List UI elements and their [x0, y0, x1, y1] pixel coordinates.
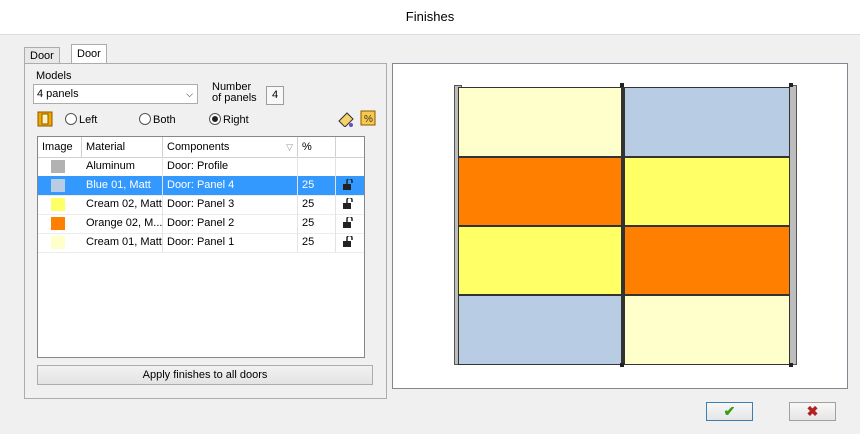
filter-icon[interactable]: ▽	[286, 137, 293, 157]
unlock-icon[interactable]	[343, 217, 354, 228]
unlock-icon[interactable]	[343, 179, 354, 190]
percent-cell[interactable]: 25	[298, 214, 336, 233]
left-door-panel-3[interactable]	[458, 226, 622, 295]
radio-both[interactable]: Both	[139, 113, 176, 127]
radio-left[interactable]: Left	[65, 113, 97, 127]
header-components-label: Components	[167, 141, 230, 153]
percent-adjust-icon[interactable]: %	[360, 110, 376, 126]
door-hinge-icon[interactable]	[37, 111, 53, 127]
models-dropdown-value: 4 panels	[37, 88, 79, 100]
number-of-panels-label: Number of panels	[212, 81, 257, 104]
right-door-panel-1[interactable]	[624, 87, 790, 157]
number-of-panels-field[interactable]: 4	[266, 86, 284, 105]
radio-right-label: Right	[223, 114, 249, 126]
percent-cell[interactable]	[298, 157, 336, 176]
material-swatch	[51, 236, 65, 249]
right-door-profile	[789, 85, 797, 365]
resize-handle[interactable]	[620, 83, 624, 87]
resize-handle[interactable]	[789, 363, 793, 367]
cancel-button[interactable]: ✖	[789, 402, 836, 421]
tab-door-2[interactable]: Door 2	[71, 44, 107, 78]
radio-left-label: Left	[79, 114, 98, 126]
material-cell: Aluminum	[82, 157, 163, 176]
header-percent[interactable]: %	[298, 137, 336, 157]
material-cell: Cream 01, Matt	[82, 233, 163, 252]
component-cell: Door: Panel 4	[163, 176, 298, 195]
material-cell: Cream 02, Matt	[82, 195, 163, 214]
tab-page: Models 4 panels ⌵ Number of panels 4 Lef…	[24, 63, 387, 399]
percent-cell[interactable]: 25	[298, 195, 336, 214]
door-divider	[622, 85, 624, 365]
svg-text:%: %	[364, 114, 373, 125]
x-mark-icon: ✖	[806, 403, 819, 419]
left-door-panel-4[interactable]	[458, 295, 622, 365]
material-cell: Orange 02, M...	[82, 214, 163, 233]
header-components[interactable]: Components ▽	[163, 137, 298, 157]
models-group-label: Models	[34, 70, 74, 82]
apply-finishes-button[interactable]: Apply finishes to all doors	[37, 365, 373, 385]
radio-circle-icon	[65, 113, 77, 125]
radio-both-label: Both	[153, 114, 176, 126]
door-preview	[392, 63, 848, 389]
unlock-icon[interactable]	[343, 198, 354, 209]
radio-selected-icon	[209, 113, 221, 125]
material-swatch	[51, 179, 65, 192]
radio-circle-icon	[139, 113, 151, 125]
table-header: Image Material Components ▽ %	[38, 137, 364, 158]
right-door-panel-4[interactable]	[624, 295, 790, 365]
component-cell: Door: Panel 2	[163, 214, 298, 233]
component-cell: Door: Profile	[163, 157, 298, 176]
table-row[interactable]: Blue 01, Matt Door: Panel 4 25	[38, 176, 364, 196]
left-door-panel-1[interactable]	[458, 87, 622, 157]
header-lock	[336, 137, 364, 157]
unlock-icon[interactable]	[343, 236, 354, 247]
component-cell: Door: Panel 3	[163, 195, 298, 214]
percent-cell[interactable]: 25	[298, 233, 336, 252]
finishes-table: Image Material Components ▽ % Aluminum D…	[37, 136, 365, 358]
chevron-down-icon: ⌵	[186, 89, 193, 99]
paint-bucket-icon[interactable]	[337, 111, 355, 127]
material-swatch	[51, 217, 65, 230]
material-cell: Blue 01, Matt	[82, 176, 163, 195]
checkmark-icon: ✔	[723, 403, 736, 419]
window-title: Finishes	[0, 0, 860, 35]
models-group: Models 4 panels ⌵ Number of panels 4	[31, 70, 293, 106]
table-row[interactable]: Cream 01, Matt Door: Panel 1 25	[38, 233, 364, 253]
table-row[interactable]: Orange 02, M... Door: Panel 2 25	[38, 214, 364, 234]
ok-button[interactable]: ✔	[706, 402, 753, 421]
right-door-panel-3[interactable]	[624, 226, 790, 295]
component-cell: Door: Panel 1	[163, 233, 298, 252]
header-image[interactable]: Image	[38, 137, 82, 157]
right-door-panel-2[interactable]	[624, 157, 790, 226]
left-door-panel-2[interactable]	[458, 157, 622, 226]
material-swatch	[51, 198, 65, 211]
tab-door-1[interactable]: Door 1	[24, 47, 60, 78]
radio-right[interactable]: Right	[209, 113, 249, 127]
percent-cell[interactable]: 25	[298, 176, 336, 195]
material-swatch	[51, 160, 65, 173]
resize-handle[interactable]	[789, 83, 793, 87]
header-material[interactable]: Material	[82, 137, 163, 157]
resize-handle[interactable]	[620, 363, 624, 367]
table-row[interactable]: Aluminum Door: Profile	[38, 157, 364, 177]
models-dropdown[interactable]: 4 panels ⌵	[33, 84, 198, 104]
table-row[interactable]: Cream 02, Matt Door: Panel 3 25	[38, 195, 364, 215]
